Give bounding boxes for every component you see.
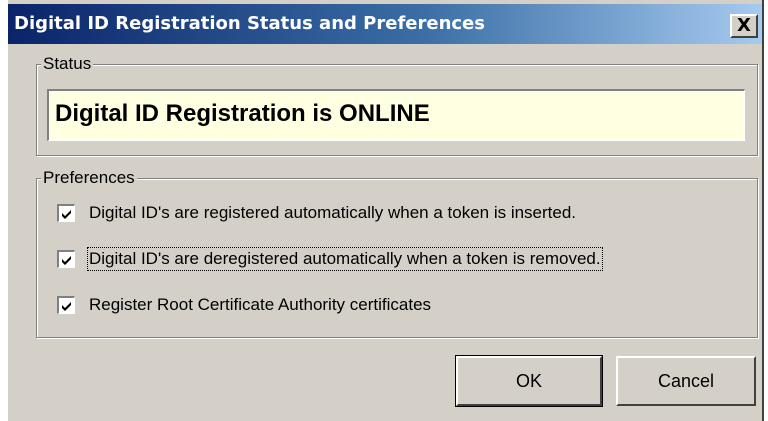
preferences-legend: Preferences: [41, 167, 137, 189]
pref-auto-register-row[interactable]: Digital ID's are registered automaticall…: [57, 199, 576, 227]
close-button[interactable]: X: [730, 14, 758, 38]
auto-register-label: Digital ID's are registered automaticall…: [89, 203, 577, 222]
close-icon: X: [737, 15, 751, 36]
status-legend: Status: [41, 53, 94, 75]
pref-auto-deregister-row[interactable]: Digital ID's are deregistered automatica…: [57, 245, 603, 273]
title-bar[interactable]: Digital ID Registration Status and Prefe…: [8, 4, 762, 44]
root-ca-checkbox[interactable]: [57, 296, 75, 314]
auto-deregister-label: Digital ID's are deregistered automatica…: [87, 247, 603, 271]
check-icon: [62, 302, 71, 311]
pref-root-ca-row[interactable]: Register Root Certificate Authority cert…: [57, 291, 431, 319]
cancel-button[interactable]: Cancel: [616, 356, 756, 406]
auto-deregister-checkbox[interactable]: [57, 250, 75, 268]
window-title: Digital ID Registration Status and Prefe…: [14, 13, 485, 34]
preferences-group: Preferences Digital ID's are registered …: [36, 167, 758, 338]
ok-button[interactable]: OK: [455, 355, 603, 407]
status-field: Digital ID Registration is ONLINE: [47, 89, 745, 141]
auto-register-checkbox[interactable]: [57, 204, 75, 222]
root-ca-label: Register Root Certificate Authority cert…: [89, 295, 432, 314]
status-group: Status Digital ID Registration is ONLINE: [36, 53, 758, 156]
check-icon: [62, 256, 71, 265]
check-icon: [62, 210, 71, 219]
dialog-window: Digital ID Registration Status and Prefe…: [6, 0, 764, 421]
